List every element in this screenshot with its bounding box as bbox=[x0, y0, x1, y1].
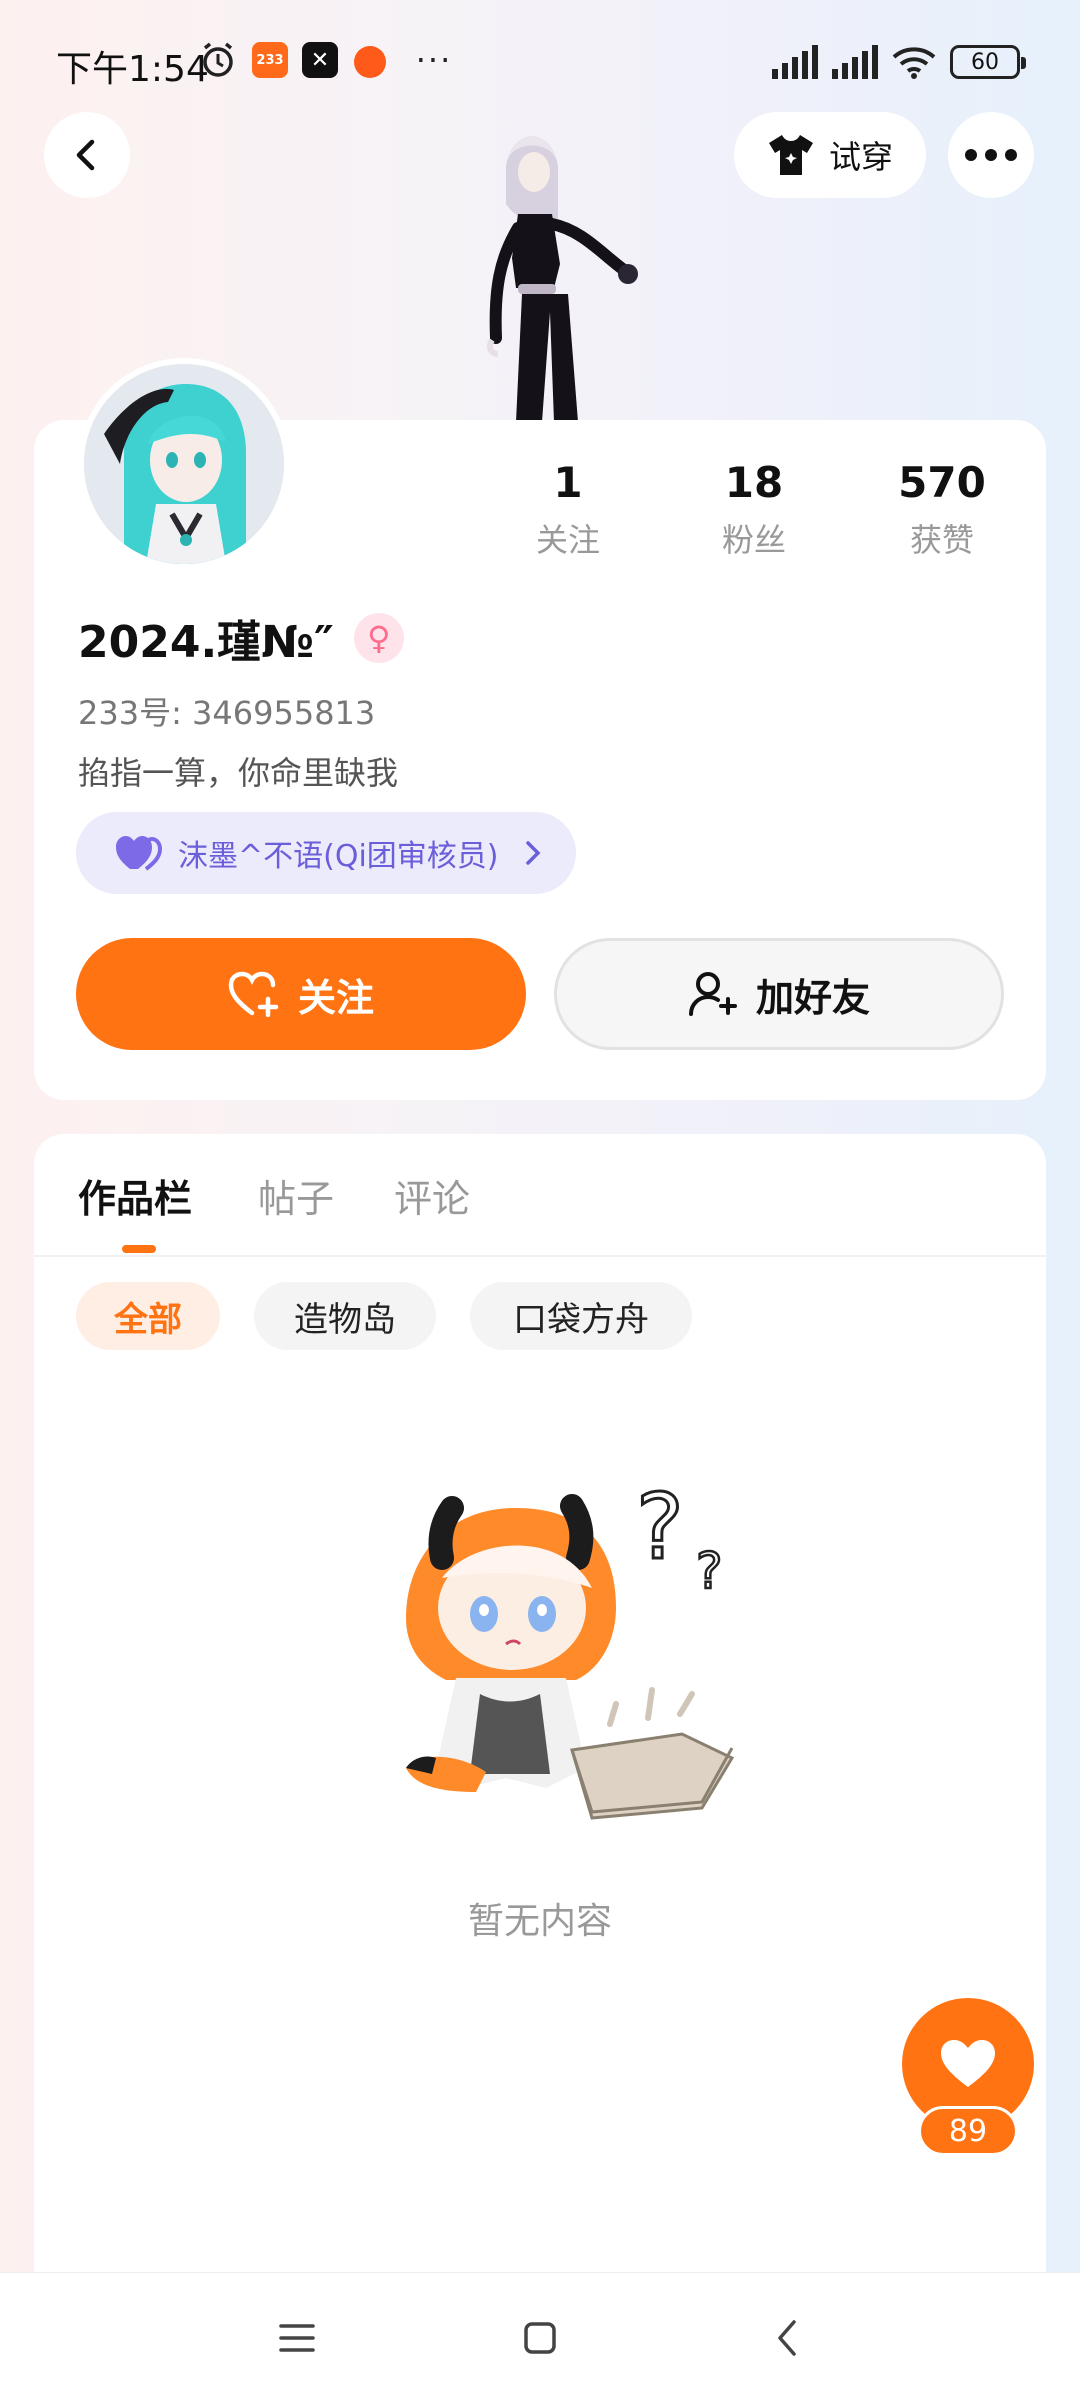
stat-likes-label: 获赞 bbox=[909, 521, 974, 559]
system-back-button[interactable] bbox=[752, 2303, 822, 2373]
stat-followers[interactable]: 18 粉丝 bbox=[674, 458, 834, 561]
home-button[interactable] bbox=[505, 2303, 575, 2373]
stat-following-count: 1 bbox=[553, 458, 583, 507]
signal-icon bbox=[772, 45, 818, 79]
heart-pair-icon bbox=[116, 836, 162, 871]
avatar-character-figure bbox=[487, 136, 638, 422]
follow-button[interactable]: 关注 bbox=[76, 938, 526, 1050]
group-tag[interactable]: 沫墨^不语(Qi团审核员) bbox=[76, 812, 576, 894]
battery-icon: 60 bbox=[950, 45, 1026, 79]
chevron-left-icon bbox=[76, 139, 95, 171]
svg-text:?: ? bbox=[636, 1475, 684, 1580]
stat-followers-count: 18 bbox=[724, 458, 784, 507]
menu-icon bbox=[279, 2324, 315, 2352]
more-dots-icon bbox=[965, 149, 1017, 161]
system-navigation-bar bbox=[0, 2272, 1080, 2400]
active-tab-indicator bbox=[122, 1245, 156, 1253]
like-count: 89 bbox=[918, 2106, 1018, 2156]
stat-likes-count: 570 bbox=[898, 458, 986, 507]
alarm-icon bbox=[198, 42, 238, 78]
tshirt-icon bbox=[768, 135, 813, 175]
more-notifications-icon: ··· bbox=[415, 41, 453, 79]
stat-likes[interactable]: 570 获赞 bbox=[862, 458, 1022, 561]
empty-state-text: 暂无内容 bbox=[467, 1901, 612, 1942]
app-233-icon: 233 bbox=[252, 42, 288, 78]
tab-comments[interactable]: 评论 bbox=[394, 1168, 470, 1223]
empty-state-illustration: ? ? bbox=[406, 1474, 735, 1820]
add-friend-label: 加好友 bbox=[755, 975, 870, 1020]
svg-text:?: ? bbox=[696, 1542, 723, 1600]
user-id: 233号: 346955813 bbox=[78, 694, 376, 732]
try-on-button[interactable]: 试穿 bbox=[734, 112, 926, 198]
bio: 掐指一算，你命里缺我 bbox=[78, 754, 399, 792]
username: 2024.瑾№″ bbox=[78, 617, 334, 668]
recent-apps-button[interactable] bbox=[262, 2303, 332, 2373]
avatar-image bbox=[84, 364, 284, 564]
tab-works[interactable]: 作品栏 bbox=[78, 1168, 192, 1223]
stat-following[interactable]: 1 关注 bbox=[488, 458, 648, 561]
back-button[interactable] bbox=[44, 112, 130, 198]
chevron-right-icon bbox=[525, 841, 540, 865]
tabs-divider bbox=[34, 1255, 1046, 1257]
app-notification-icon bbox=[354, 46, 386, 78]
add-user-icon bbox=[688, 972, 737, 1016]
capcut-icon: ✕ bbox=[302, 42, 338, 78]
heart-icon bbox=[941, 2040, 995, 2087]
signal-icon-2 bbox=[832, 45, 878, 79]
tab-posts[interactable]: 帖子 bbox=[258, 1168, 334, 1223]
filter-chip-all[interactable]: 全部 bbox=[76, 1282, 220, 1350]
add-friend-button[interactable]: 加好友 bbox=[554, 938, 1004, 1050]
status-bar: 下午1:54 233 ✕ ··· 60 bbox=[0, 0, 1080, 120]
filter-chip-pocket-ark[interactable]: 口袋方舟 bbox=[470, 1282, 692, 1350]
username-row: 2024.瑾№″ ♀ bbox=[78, 606, 404, 670]
follow-label: 关注 bbox=[297, 975, 374, 1020]
stat-followers-label: 粉丝 bbox=[721, 521, 786, 559]
back-arrow-icon bbox=[778, 2320, 796, 2356]
wifi-icon bbox=[892, 47, 936, 79]
filter-chip-creation-island[interactable]: 造物岛 bbox=[254, 1282, 436, 1350]
status-time: 下午1:54 bbox=[56, 49, 209, 90]
female-gender-icon: ♀ bbox=[353, 613, 404, 663]
more-options-button[interactable] bbox=[948, 112, 1034, 198]
heart-plus-icon bbox=[228, 971, 279, 1017]
try-on-label: 试穿 bbox=[828, 138, 893, 176]
stat-following-label: 关注 bbox=[535, 521, 600, 559]
avatar[interactable] bbox=[78, 358, 290, 570]
group-tag-label: 沫墨^不语(Qi团审核员) bbox=[178, 839, 499, 874]
home-square-icon bbox=[524, 2322, 556, 2354]
